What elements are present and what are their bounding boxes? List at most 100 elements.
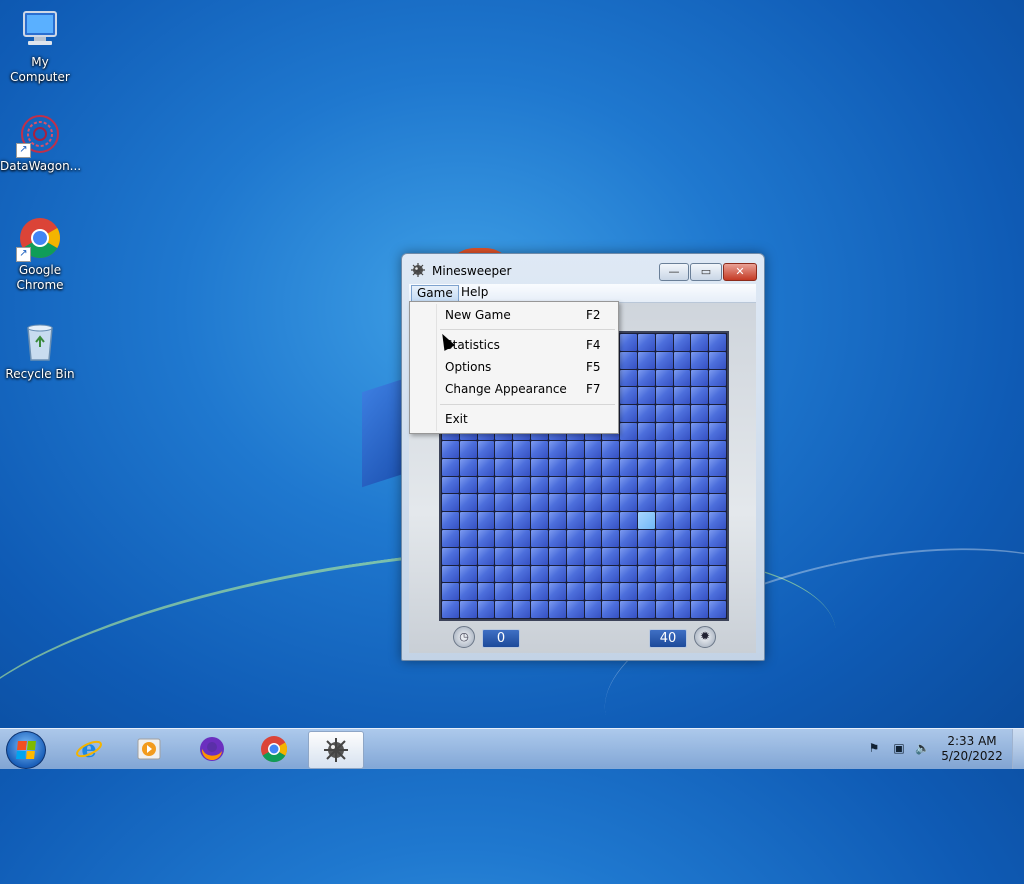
minefield-cell[interactable] xyxy=(531,601,548,618)
minefield-cell[interactable] xyxy=(709,601,726,618)
minefield-cell[interactable] xyxy=(637,440,655,458)
minefield-cell[interactable] xyxy=(655,405,673,423)
menu-item-options[interactable]: Options F5 xyxy=(411,357,617,377)
minefield-cell[interactable] xyxy=(548,565,566,583)
minefield-cell[interactable] xyxy=(637,423,655,440)
minefield-cell[interactable] xyxy=(495,583,513,601)
minefield-cell[interactable] xyxy=(655,440,673,458)
minefield-cell[interactable] xyxy=(691,583,709,601)
minefield-cell[interactable] xyxy=(531,494,548,512)
minefield-cell[interactable] xyxy=(673,387,691,405)
minefield-cell[interactable] xyxy=(655,547,673,565)
minefield-cell[interactable] xyxy=(566,529,584,547)
minefield-cell[interactable] xyxy=(655,601,673,618)
minefield-cell[interactable] xyxy=(548,494,566,512)
minefield-cell[interactable] xyxy=(709,440,726,458)
minefield-cell[interactable] xyxy=(548,547,566,565)
minefield-cell[interactable] xyxy=(513,583,531,601)
minefield-cell[interactable] xyxy=(673,494,691,512)
minefield-cell[interactable] xyxy=(531,440,548,458)
minefield-cell[interactable] xyxy=(566,494,584,512)
minefield-cell[interactable] xyxy=(637,583,655,601)
minefield-cell[interactable] xyxy=(620,458,637,476)
minimize-button[interactable]: — xyxy=(659,263,689,281)
minefield-cell[interactable] xyxy=(602,476,620,494)
minefield-cell[interactable] xyxy=(709,583,726,601)
minefield-cell[interactable] xyxy=(691,440,709,458)
minefield-cell[interactable] xyxy=(513,512,531,529)
minefield-cell[interactable] xyxy=(637,529,655,547)
minefield-cell[interactable] xyxy=(513,565,531,583)
start-button[interactable] xyxy=(6,731,46,769)
minefield-cell[interactable] xyxy=(602,440,620,458)
minefield-cell[interactable] xyxy=(584,601,602,618)
minefield-cell[interactable] xyxy=(602,494,620,512)
minefield-cell[interactable] xyxy=(513,601,531,618)
minefield-cell[interactable] xyxy=(584,529,602,547)
minefield-cell[interactable] xyxy=(531,547,548,565)
minefield-cell[interactable] xyxy=(566,565,584,583)
minefield-cell[interactable] xyxy=(459,476,477,494)
minefield-cell[interactable] xyxy=(637,351,655,369)
minefield-cell[interactable] xyxy=(620,387,637,405)
minefield-cell[interactable] xyxy=(531,512,548,529)
minefield-cell[interactable] xyxy=(620,405,637,423)
minefield-cell[interactable] xyxy=(709,387,726,405)
minefield-cell[interactable] xyxy=(495,512,513,529)
minefield-cell[interactable] xyxy=(513,547,531,565)
minefield-cell[interactable] xyxy=(637,334,655,351)
minefield-cell[interactable] xyxy=(442,547,459,565)
minefield-cell[interactable] xyxy=(602,512,620,529)
desktop-icon-datawagon[interactable]: ↗ DataWagon... xyxy=(0,112,81,174)
minefield-cell[interactable] xyxy=(477,565,495,583)
minefield-cell[interactable] xyxy=(566,440,584,458)
minefield-cell[interactable] xyxy=(459,547,477,565)
minefield-cell[interactable] xyxy=(655,529,673,547)
minefield-cell[interactable] xyxy=(673,351,691,369)
minefield-cell[interactable] xyxy=(691,405,709,423)
minefield-cell[interactable] xyxy=(477,547,495,565)
minefield-cell[interactable] xyxy=(477,440,495,458)
minefield-cell[interactable] xyxy=(548,601,566,618)
minefield-cell[interactable] xyxy=(548,440,566,458)
network-icon[interactable]: ▣ xyxy=(892,741,906,755)
minefield-cell[interactable] xyxy=(620,529,637,547)
minefield-cell[interactable] xyxy=(655,565,673,583)
minefield-cell[interactable] xyxy=(495,476,513,494)
minefield-cell[interactable] xyxy=(637,601,655,618)
minefield-cell[interactable] xyxy=(495,494,513,512)
minefield-cell[interactable] xyxy=(442,494,459,512)
minefield-cell[interactable] xyxy=(691,494,709,512)
minefield-cell[interactable] xyxy=(442,476,459,494)
minefield-cell[interactable] xyxy=(620,512,637,529)
minefield-cell[interactable] xyxy=(602,565,620,583)
minefield-cell[interactable] xyxy=(673,423,691,440)
minefield-cell[interactable] xyxy=(691,512,709,529)
minefield-cell[interactable] xyxy=(620,351,637,369)
minefield-cell[interactable] xyxy=(655,512,673,529)
minefield-cell[interactable] xyxy=(620,334,637,351)
menu-game[interactable]: Game xyxy=(411,285,459,302)
minefield-cell[interactable] xyxy=(673,529,691,547)
minefield-cell[interactable] xyxy=(548,512,566,529)
action-center-flag-icon[interactable]: ⚑ xyxy=(867,741,881,755)
minefield-cell[interactable] xyxy=(477,494,495,512)
minefield-cell[interactable] xyxy=(442,440,459,458)
minefield-cell[interactable] xyxy=(691,387,709,405)
system-clock[interactable]: 2:33 AM 5/20/2022 xyxy=(940,734,1004,764)
minefield-cell[interactable] xyxy=(584,512,602,529)
minefield-cell[interactable] xyxy=(602,601,620,618)
minefield-cell[interactable] xyxy=(655,423,673,440)
minefield-cell[interactable] xyxy=(673,458,691,476)
minefield-cell[interactable] xyxy=(637,494,655,512)
minefield-cell[interactable] xyxy=(513,440,531,458)
minefield-cell[interactable] xyxy=(442,458,459,476)
minefield-cell[interactable] xyxy=(620,476,637,494)
minefield-cell[interactable] xyxy=(620,547,637,565)
minefield-cell[interactable] xyxy=(655,387,673,405)
minefield-cell[interactable] xyxy=(584,565,602,583)
minefield-cell[interactable] xyxy=(495,547,513,565)
minefield-cell[interactable] xyxy=(548,458,566,476)
minefield-cell[interactable] xyxy=(655,494,673,512)
minefield-cell[interactable] xyxy=(637,387,655,405)
